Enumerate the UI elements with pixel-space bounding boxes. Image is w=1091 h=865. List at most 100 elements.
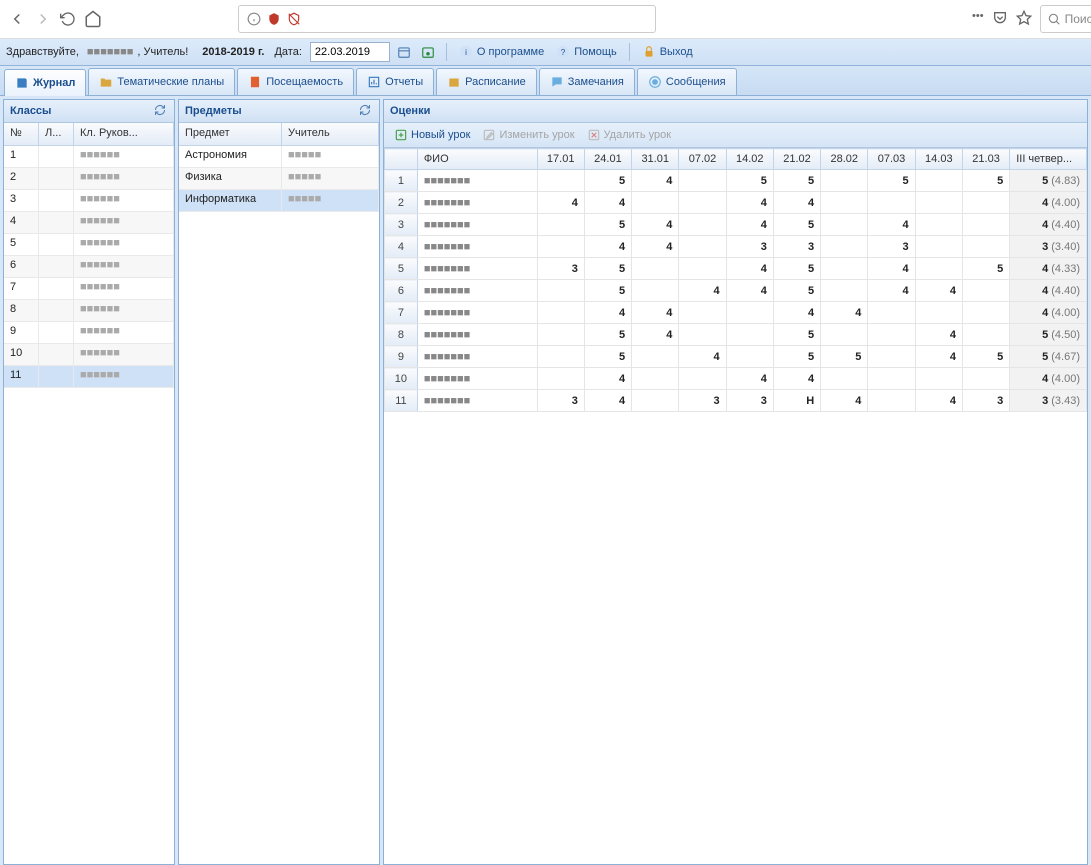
search-box[interactable]: Поиск: [1040, 5, 1091, 33]
grade-cell[interactable]: [868, 346, 915, 368]
tab-messages[interactable]: Сообщения: [637, 68, 737, 95]
grade-cell[interactable]: [962, 302, 1009, 324]
edit-lesson-button[interactable]: Изменить урок: [478, 126, 578, 144]
forward-button[interactable]: [34, 7, 52, 31]
new-lesson-button[interactable]: Новый урок: [390, 126, 474, 144]
grade-cell[interactable]: [679, 302, 726, 324]
col-date[interactable]: 21.03: [962, 149, 1009, 170]
class-row[interactable]: 10■■■■■■: [4, 344, 174, 366]
class-row[interactable]: 8■■■■■■: [4, 300, 174, 322]
grade-cell[interactable]: 3: [868, 236, 915, 258]
col-fio[interactable]: ФИО: [417, 149, 537, 170]
grade-cell[interactable]: [821, 236, 868, 258]
grade-cell[interactable]: [726, 302, 773, 324]
shield-slash-icon[interactable]: [287, 12, 301, 26]
grades-row[interactable]: 6■■■■■■■5445444 (4.40): [385, 280, 1087, 302]
grade-cell[interactable]: 4: [679, 280, 726, 302]
grade-cell[interactable]: 4: [632, 170, 679, 192]
grade-cell[interactable]: 4: [868, 258, 915, 280]
grade-cell[interactable]: [821, 324, 868, 346]
grades-row[interactable]: 3■■■■■■■544544 (4.40): [385, 214, 1087, 236]
grade-cell[interactable]: [537, 214, 584, 236]
grade-cell[interactable]: 4: [679, 346, 726, 368]
info-icon[interactable]: [247, 12, 261, 26]
grade-cell[interactable]: [537, 368, 584, 390]
grade-cell[interactable]: 4: [632, 324, 679, 346]
back-button[interactable]: [8, 7, 26, 31]
grade-cell[interactable]: [632, 192, 679, 214]
grade-cell[interactable]: [821, 258, 868, 280]
grade-cell[interactable]: 3: [962, 390, 1009, 412]
grade-cell[interactable]: 4: [773, 302, 820, 324]
grade-cell[interactable]: 4: [773, 368, 820, 390]
subject-row[interactable]: Физика■■■■■: [179, 168, 379, 190]
grade-cell[interactable]: 4: [632, 236, 679, 258]
bookmark-button[interactable]: [1016, 10, 1032, 28]
grade-cell[interactable]: 4: [584, 390, 631, 412]
col-date[interactable]: 07.02: [679, 149, 726, 170]
grade-cell[interactable]: 5: [962, 346, 1009, 368]
help-link[interactable]: ? Помощь: [552, 45, 621, 59]
grade-cell[interactable]: 5: [584, 214, 631, 236]
col-date[interactable]: 17.01: [537, 149, 584, 170]
home-button[interactable]: [84, 7, 102, 31]
class-row[interactable]: 2■■■■■■: [4, 168, 174, 190]
grade-cell[interactable]: [821, 368, 868, 390]
col-date[interactable]: 14.02: [726, 149, 773, 170]
grade-cell[interactable]: [821, 214, 868, 236]
date-picker-button[interactable]: [394, 42, 414, 62]
more-actions-button[interactable]: •••: [972, 10, 984, 28]
grade-cell[interactable]: [537, 236, 584, 258]
grade-cell[interactable]: 4: [821, 302, 868, 324]
grade-cell[interactable]: [915, 368, 962, 390]
class-row[interactable]: 4■■■■■■: [4, 212, 174, 234]
class-row[interactable]: 5■■■■■■: [4, 234, 174, 256]
grades-row[interactable]: 4■■■■■■■443333 (3.40): [385, 236, 1087, 258]
grade-cell[interactable]: [821, 170, 868, 192]
grade-cell[interactable]: 4: [915, 390, 962, 412]
grade-cell[interactable]: 4: [726, 258, 773, 280]
tab-journal[interactable]: Журнал: [4, 69, 86, 96]
grade-cell[interactable]: 4: [584, 236, 631, 258]
grade-cell[interactable]: 4: [773, 192, 820, 214]
class-row[interactable]: 7■■■■■■: [4, 278, 174, 300]
grade-cell[interactable]: [868, 302, 915, 324]
col-date[interactable]: 07.03: [868, 149, 915, 170]
grades-row[interactable]: 5■■■■■■■3545454 (4.33): [385, 258, 1087, 280]
grade-cell[interactable]: 5: [773, 258, 820, 280]
grade-cell[interactable]: 5: [584, 324, 631, 346]
grade-cell[interactable]: [679, 192, 726, 214]
tab-reports[interactable]: Отчеты: [356, 68, 434, 95]
grade-cell[interactable]: 3: [773, 236, 820, 258]
grade-cell[interactable]: [962, 324, 1009, 346]
about-link[interactable]: i О программе: [455, 45, 548, 59]
grade-cell[interactable]: 4: [726, 192, 773, 214]
date-input[interactable]: [310, 42, 390, 62]
grade-cell[interactable]: 4: [868, 280, 915, 302]
col-date[interactable]: 21.02: [773, 149, 820, 170]
delete-lesson-button[interactable]: Удалить урок: [583, 126, 675, 144]
grade-cell[interactable]: [962, 236, 1009, 258]
refresh-classes-button[interactable]: [154, 104, 168, 118]
grade-cell[interactable]: 5: [773, 280, 820, 302]
grade-cell[interactable]: [868, 192, 915, 214]
grade-cell[interactable]: 3: [726, 390, 773, 412]
refresh-subjects-button[interactable]: [359, 104, 373, 118]
grade-cell[interactable]: 5: [726, 170, 773, 192]
grade-cell[interactable]: [868, 390, 915, 412]
grade-cell[interactable]: 3: [537, 390, 584, 412]
grades-row[interactable]: 9■■■■■■■5455455 (4.67): [385, 346, 1087, 368]
class-row[interactable]: 11■■■■■■: [4, 366, 174, 388]
grade-cell[interactable]: [962, 214, 1009, 236]
tab-remarks[interactable]: Замечания: [539, 68, 635, 95]
col-subject[interactable]: Предмет: [179, 123, 282, 145]
grade-cell[interactable]: [679, 214, 726, 236]
col-date[interactable]: 31.01: [632, 149, 679, 170]
grade-cell[interactable]: 4: [821, 390, 868, 412]
grade-cell[interactable]: 4: [584, 302, 631, 324]
subject-row[interactable]: Информатика■■■■■: [179, 190, 379, 212]
col-total[interactable]: III четвер...: [1010, 149, 1087, 170]
col-teacher[interactable]: Учитель: [282, 123, 379, 145]
grade-cell[interactable]: 5: [821, 346, 868, 368]
col-teacher[interactable]: Кл. Руков...: [74, 123, 174, 145]
